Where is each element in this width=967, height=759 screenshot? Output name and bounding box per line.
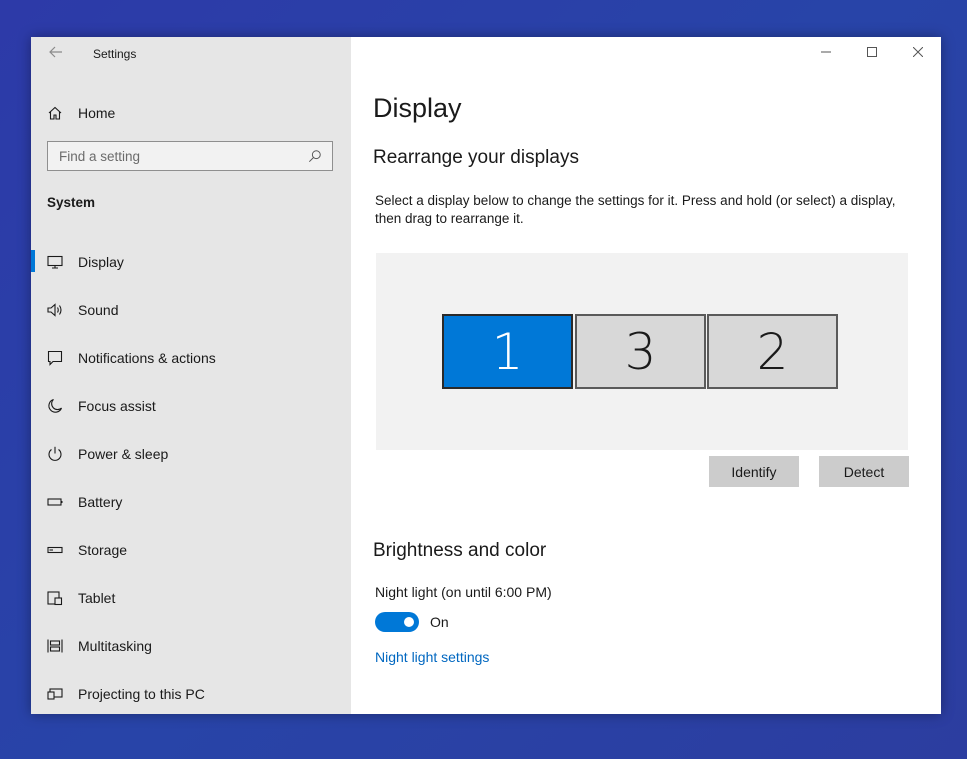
toggle-knob bbox=[404, 617, 414, 627]
rearrange-description: Select a display below to change the set… bbox=[375, 193, 896, 226]
back-arrow-icon bbox=[49, 45, 63, 63]
settings-window: Settings Home System Display bbox=[31, 37, 941, 714]
window-controls bbox=[803, 37, 941, 69]
sidebar-nav: Display Sound Notifications & actions Fo… bbox=[31, 238, 351, 714]
search-input[interactable] bbox=[48, 147, 308, 165]
display-1-tile[interactable]: 1 bbox=[442, 314, 573, 389]
sidebar-item-storage[interactable]: Storage bbox=[31, 526, 351, 574]
sidebar-item-tablet[interactable]: Tablet bbox=[31, 574, 351, 622]
sidebar-item-label: Battery bbox=[78, 494, 123, 510]
sidebar-item-label: Power & sleep bbox=[78, 446, 169, 462]
sidebar-item-battery[interactable]: Battery bbox=[31, 478, 351, 526]
sidebar-item-label: Tablet bbox=[78, 590, 116, 606]
sidebar-item-home[interactable]: Home bbox=[47, 101, 115, 125]
storage-icon bbox=[47, 542, 63, 558]
app-title: Settings bbox=[93, 47, 137, 61]
section-label-system: System bbox=[47, 195, 96, 210]
sidebar-item-label: Storage bbox=[78, 542, 128, 558]
battery-icon bbox=[47, 494, 63, 510]
close-icon bbox=[912, 44, 924, 62]
night-light-label: Night light (on until 6:00 PM) bbox=[375, 584, 552, 600]
sidebar-item-label: Display bbox=[78, 254, 124, 270]
home-label: Home bbox=[78, 105, 116, 121]
sidebar-item-sound[interactable]: Sound bbox=[31, 286, 351, 334]
display-arrangement-area[interactable]: 1 3 2 bbox=[376, 253, 908, 450]
search-box[interactable] bbox=[47, 141, 333, 171]
minimize-icon bbox=[821, 44, 831, 62]
monitor-icon bbox=[47, 254, 63, 270]
tablet-icon bbox=[47, 590, 63, 606]
maximize-button[interactable] bbox=[849, 37, 895, 69]
page-title: Display bbox=[373, 93, 462, 123]
sidebar-item-label: Multitasking bbox=[78, 638, 152, 654]
sidebar-item-power-sleep[interactable]: Power & sleep bbox=[31, 430, 351, 478]
brightness-heading: Brightness and color bbox=[373, 540, 547, 561]
rearrange-heading: Rearrange your displays bbox=[373, 147, 579, 168]
search-icon[interactable] bbox=[308, 148, 324, 164]
sidebar-item-multitasking[interactable]: Multitasking bbox=[31, 622, 351, 670]
sidebar-item-label: Focus assist bbox=[78, 398, 156, 414]
maximize-icon bbox=[867, 44, 877, 62]
display-2-tile[interactable]: 2 bbox=[707, 314, 838, 389]
sidebar-item-label: Notifications & actions bbox=[78, 350, 216, 366]
speaker-icon bbox=[47, 302, 63, 318]
message-icon bbox=[47, 350, 63, 366]
display-3-tile[interactable]: 3 bbox=[575, 314, 706, 389]
sidebar-item-display[interactable]: Display bbox=[31, 238, 351, 286]
multitasking-icon bbox=[47, 638, 63, 654]
minimize-button[interactable] bbox=[803, 37, 849, 69]
identify-button[interactable]: Identify bbox=[709, 456, 799, 487]
close-button[interactable] bbox=[895, 37, 941, 69]
sidebar: Settings Home System Display bbox=[31, 37, 351, 714]
sidebar-item-focus-assist[interactable]: Focus assist bbox=[31, 382, 351, 430]
toggle-state-label: On bbox=[430, 614, 449, 630]
main-content: Display Rearrange your displays Select a… bbox=[351, 37, 941, 714]
home-icon bbox=[47, 105, 63, 121]
sidebar-item-label: Sound bbox=[78, 302, 119, 318]
night-light-settings-link[interactable]: Night light settings bbox=[375, 649, 489, 665]
back-button[interactable] bbox=[43, 43, 69, 65]
night-light-toggle[interactable] bbox=[375, 612, 419, 632]
projecting-icon bbox=[47, 686, 63, 702]
sidebar-item-label: Projecting to this PC bbox=[78, 686, 205, 702]
sidebar-item-projecting[interactable]: Projecting to this PC bbox=[31, 670, 351, 714]
detect-button[interactable]: Detect bbox=[819, 456, 909, 487]
power-icon bbox=[47, 446, 63, 462]
moon-icon bbox=[47, 398, 63, 414]
sidebar-item-notifications[interactable]: Notifications & actions bbox=[31, 334, 351, 382]
